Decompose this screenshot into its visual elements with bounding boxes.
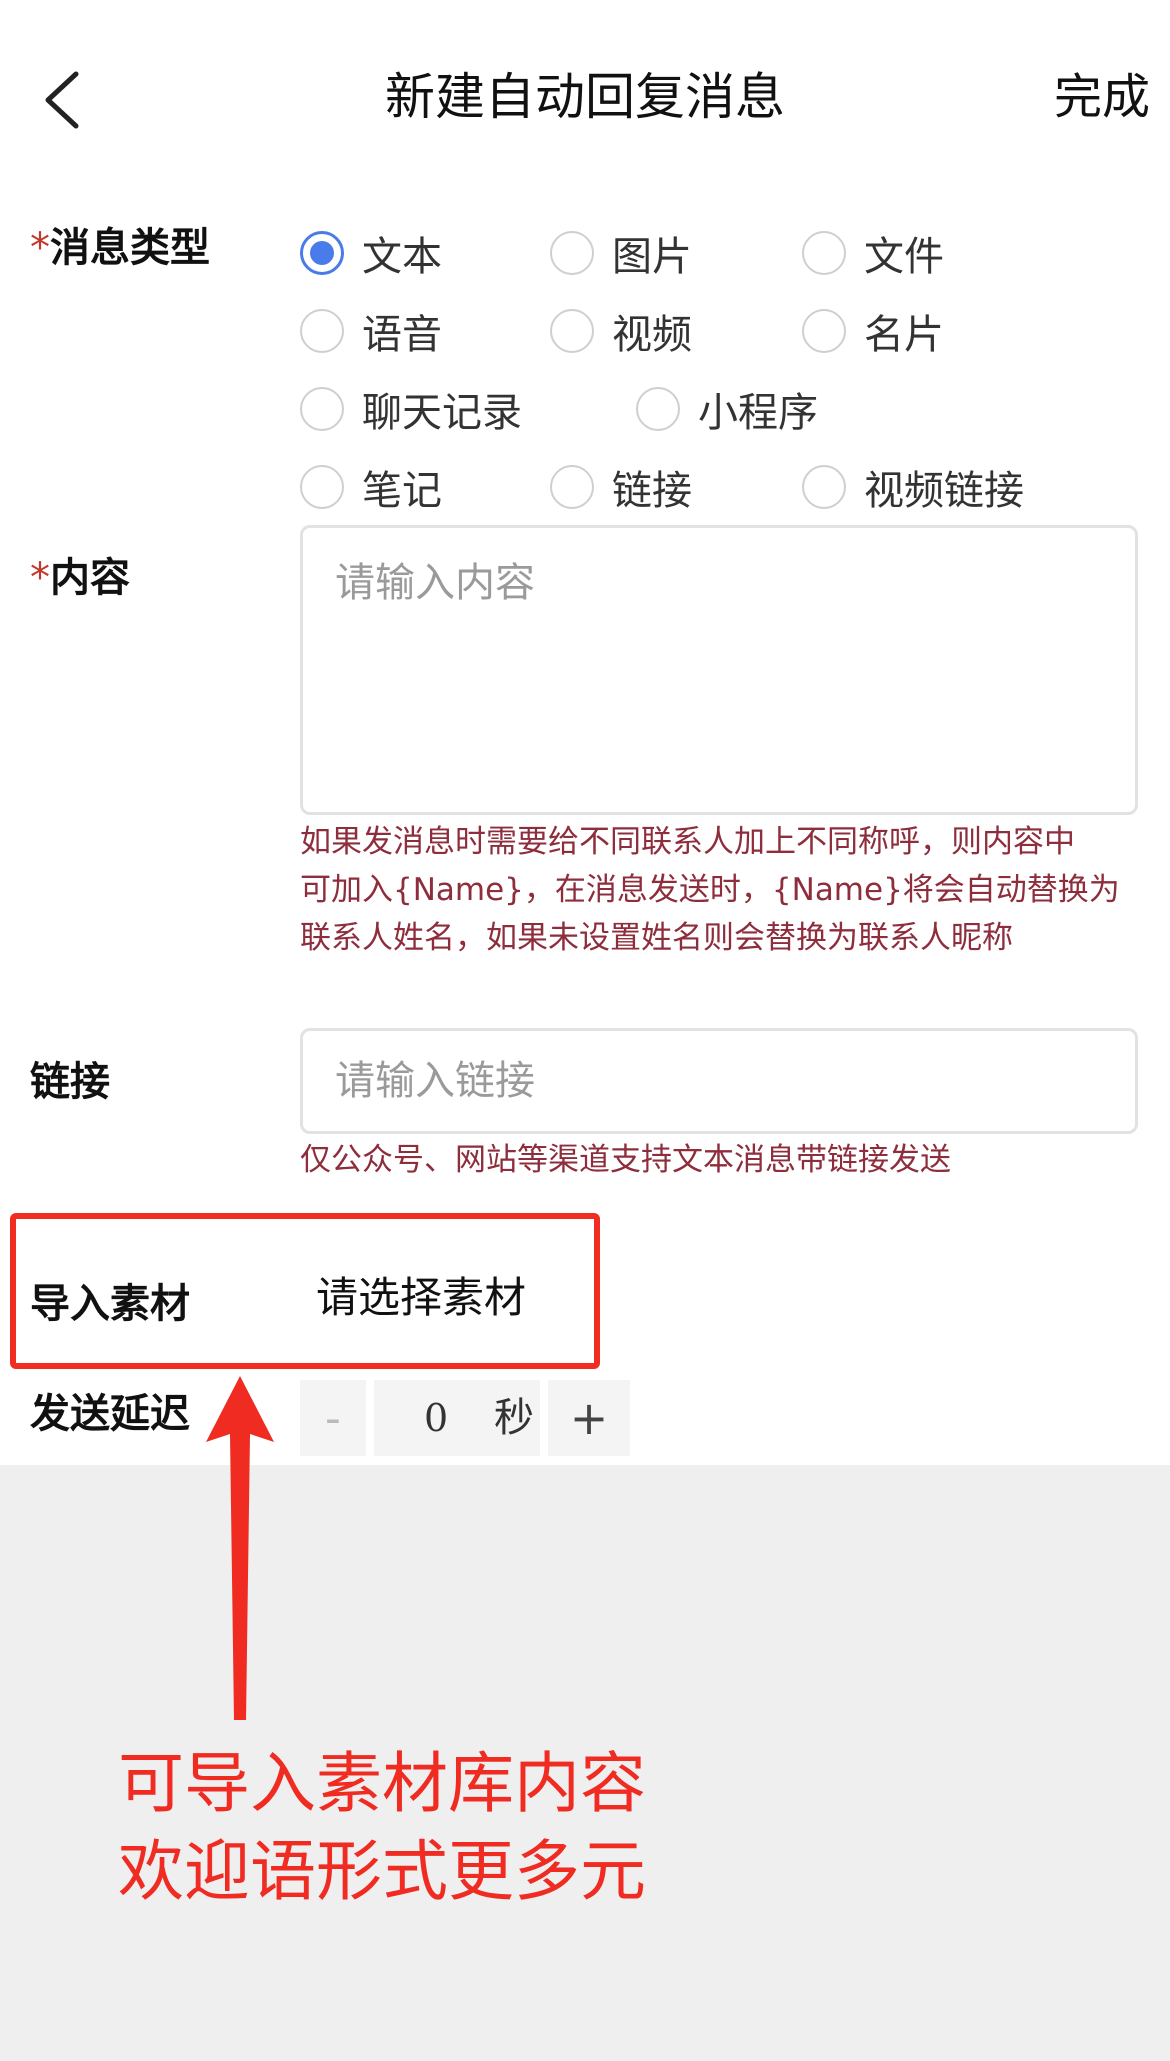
radio-label: 文本 <box>362 234 442 280</box>
link-input[interactable] <box>300 1028 1138 1134</box>
radio-file[interactable]: 文件 <box>802 218 944 288</box>
content-textarea[interactable] <box>300 525 1138 815</box>
link-hint: 仅公众号、网站等渠道支持文本消息带链接发送 <box>300 1142 951 1178</box>
delay-unit: 秒 <box>494 1395 534 1441</box>
done-button[interactable]: 完成 <box>1054 62 1150 132</box>
radio-label: 语音 <box>362 312 442 358</box>
content-hint-line: 可加入{Name}，在消息发送时，{Name}将会自动替换为 <box>300 872 1120 908</box>
radio-empty-icon <box>802 465 846 509</box>
annotation-line: 可导入素材库内容 <box>118 1745 646 1822</box>
radio-empty-icon <box>802 309 846 353</box>
radio-empty-icon <box>300 309 344 353</box>
page-title: 新建自动回复消息 <box>385 68 785 126</box>
red-arrow-icon <box>206 1376 274 1720</box>
message-type-label: *消息类型 <box>30 218 210 278</box>
radio-label: 视频 <box>612 312 692 358</box>
radio-empty-icon <box>550 309 594 353</box>
radio-label: 文件 <box>864 234 944 280</box>
radio-card[interactable]: 名片 <box>802 296 944 366</box>
delay-plus-button[interactable]: + <box>548 1380 630 1456</box>
radio-chat-history[interactable]: 聊天记录 <box>300 374 522 444</box>
radio-empty-icon <box>300 465 344 509</box>
radio-label: 小程序 <box>698 390 818 436</box>
radio-empty-icon <box>802 231 846 275</box>
radio-label: 图片 <box>612 234 692 280</box>
message-type-label-text: 消息类型 <box>50 225 210 271</box>
annotation-line: 欢迎语形式更多元 <box>118 1833 646 1910</box>
content-label-text: 内容 <box>50 555 130 601</box>
radio-selected-icon <box>300 231 344 275</box>
content-hint-line: 联系人姓名，如果未设置姓名则会替换为联系人昵称 <box>300 920 1013 956</box>
radio-label: 视频链接 <box>864 468 1024 514</box>
radio-empty-icon <box>300 387 344 431</box>
delay-minus-button[interactable]: - <box>300 1380 366 1456</box>
content-label: *内容 <box>30 548 130 608</box>
radio-label: 名片 <box>864 312 944 358</box>
radio-empty-icon <box>550 231 594 275</box>
radio-label: 笔记 <box>362 468 442 514</box>
required-mark: * <box>30 555 50 601</box>
select-material-button[interactable]: 请选择素材 <box>316 1268 526 1328</box>
radio-text[interactable]: 文本 <box>300 218 442 288</box>
radio-video[interactable]: 视频 <box>550 296 692 366</box>
content-hint: 如果发消息时需要给不同联系人加上不同称呼，则内容中 可加入{Name}，在消息发… <box>300 818 1160 962</box>
radio-image[interactable]: 图片 <box>550 218 692 288</box>
radio-video-link[interactable]: 视频链接 <box>802 452 1024 522</box>
radio-mini-program[interactable]: 小程序 <box>636 374 818 444</box>
delay-label: 发送延迟 <box>30 1391 190 1437</box>
radio-voice[interactable]: 语音 <box>300 296 442 366</box>
radio-label: 聊天记录 <box>362 390 522 436</box>
message-type-radio-group: 文本 图片 文件 语音 视频 名片 聊天记录 小程序 笔记 链接 视频链接 <box>300 218 1150 518</box>
required-mark: * <box>30 225 50 271</box>
annotation-text: 可导入素材库内容 欢迎语形式更多元 <box>118 1740 646 1916</box>
radio-label: 链接 <box>612 468 692 514</box>
radio-note[interactable]: 笔记 <box>300 452 442 522</box>
radio-empty-icon <box>636 387 680 431</box>
radio-empty-icon <box>550 465 594 509</box>
content-hint-line: 如果发消息时需要给不同联系人加上不同称呼，则内容中 <box>300 824 1075 860</box>
material-label: 导入素材 <box>30 1281 190 1327</box>
radio-link[interactable]: 链接 <box>550 452 692 522</box>
link-label: 链接 <box>30 1059 110 1105</box>
